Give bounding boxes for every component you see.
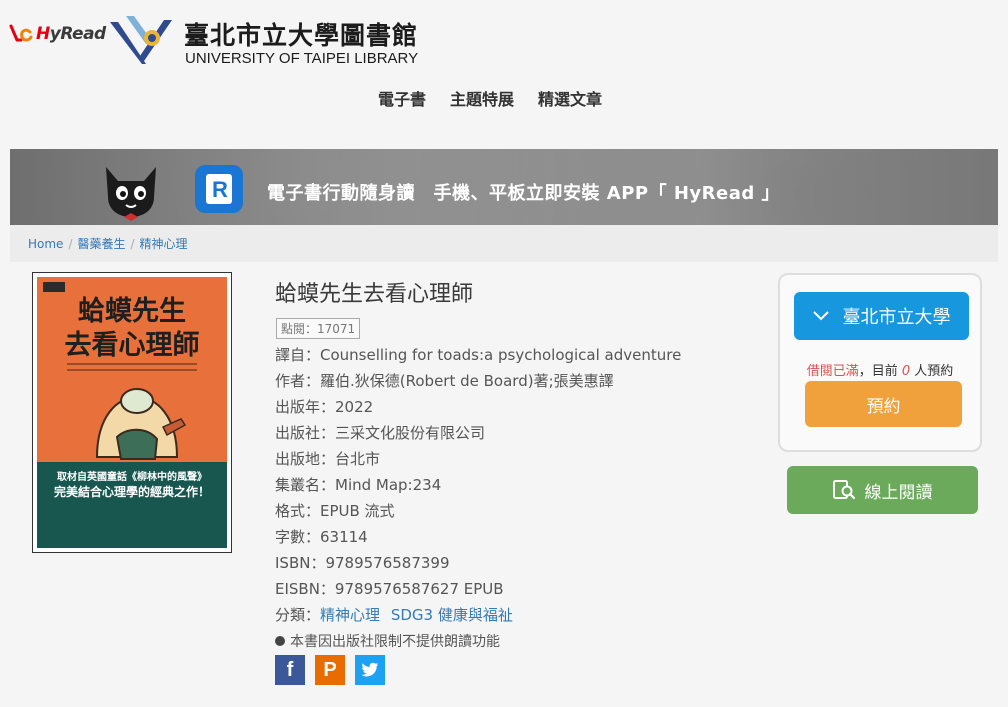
translated-from: 譯自：Counselling for toads:a psychological… <box>275 346 682 364</box>
nav-themes[interactable]: 主題特展 <box>450 86 514 110</box>
cat-mascot-icon <box>106 167 156 221</box>
category-label: 分類： <box>275 606 321 624</box>
app-promo-banner[interactable]: R 電子書行動隨身讀 手機、平板立即安裝 APP「 HyRead 」 <box>10 149 998 225</box>
facebook-share-icon[interactable]: f <box>275 655 305 685</box>
breadcrumb-separator: / <box>130 236 135 251</box>
read-online-label: 線上閱讀 <box>864 482 933 503</box>
publication-place: 出版地：台北市 <box>275 450 381 468</box>
publication-year: 出版年：2022 <box>275 398 374 416</box>
library-select-button[interactable]: 臺北市立大學 <box>794 292 969 340</box>
status-full: 借閱已滿 <box>806 364 859 379</box>
hyread-logo[interactable]: HyRead <box>8 20 108 50</box>
cover-image: 蛤蟆先生 去看心理師 取材自英國童話《柳林中的風聲》 完美結合心理學的經典之作！ <box>37 277 227 548</box>
banner-text: 電子書行動隨身讀 手機、平板立即安裝 APP「 HyRead 」 <box>267 183 781 204</box>
publisher: 出版社：三采文化股份有限公司 <box>275 424 486 442</box>
cover-title-line2: 去看心理師 <box>64 330 200 361</box>
book-metadata: 譯自：Counselling for toads:a psychological… <box>275 342 681 628</box>
reservation-count: 0 <box>901 364 911 379</box>
read-online-button[interactable]: 線上閱讀 <box>787 466 978 514</box>
hyread-app-icon: R <box>195 165 243 213</box>
author: 作者：羅伯.狄保德(Robert de Board)著;張美惠譯 <box>275 372 614 390</box>
library-name-en: UNIVERSITY OF TAIPEI LIBRARY <box>185 50 419 67</box>
cover-subtitle-line <box>67 363 197 365</box>
reserve-button[interactable]: 預約 <box>805 381 962 427</box>
breadcrumb-home[interactable]: Home <box>28 237 63 251</box>
main-nav: 電子書 主題特展 精選文章 <box>378 86 602 110</box>
bullet-icon <box>275 636 285 646</box>
toad-illustration <box>95 388 187 460</box>
svg-text:R: R <box>212 177 228 202</box>
library-select-label: 臺北市立大學 <box>842 307 951 328</box>
format: 格式：EPUB 流式 <box>275 502 395 520</box>
tts-notice: 本書因出版社限制不提供朗讀功能 <box>275 631 500 651</box>
book-title: 蛤蟆先生去看心理師 <box>275 282 474 307</box>
nav-articles[interactable]: 精選文章 <box>538 86 602 110</box>
library-emblem-icon <box>110 16 172 64</box>
cover-tagline2: 完美結合心理學的經典之作！ <box>53 485 210 499</box>
le-logo-icon <box>9 24 33 42</box>
breadcrumb-psychology[interactable]: 精神心理 <box>140 235 188 252</box>
book-cover[interactable]: 蛤蟆先生 去看心理師 取材自英國童話《柳林中的風聲》 完美結合心理學的經典之作！ <box>32 272 232 553</box>
book-search-icon <box>832 480 855 500</box>
borrow-panel: 臺北市立大學 借閱已滿，目前 0 人預約 預約 <box>778 273 982 452</box>
twitter-bird-icon <box>361 662 379 677</box>
share-buttons: f P <box>275 655 385 685</box>
hyread-wordmark: HyRead <box>36 24 106 44</box>
breadcrumb-separator: / <box>68 236 73 251</box>
isbn: ISBN：9789576587399 <box>275 554 450 572</box>
notice-text: 本書因出版社限制不提供朗讀功能 <box>290 634 500 650</box>
category-link-psychology[interactable]: 精神心理 <box>320 606 380 624</box>
plurk-share-icon[interactable]: P <box>315 655 345 685</box>
library-name-zh: 臺北市立大學圖書館 <box>184 21 419 50</box>
cover-bottom-band: 取材自英國童話《柳林中的風聲》 完美結合心理學的經典之作！ <box>37 462 227 548</box>
twitter-share-icon[interactable] <box>355 655 385 685</box>
breadcrumb-medicine[interactable]: 醫藥養生 <box>77 235 125 252</box>
chevron-down-icon <box>812 311 829 321</box>
series: 集叢名：Mind Map:234 <box>275 476 442 494</box>
status-mid: ，目前 <box>858 364 902 379</box>
word-count: 字數：63114 <box>275 528 368 546</box>
categories: 分類：精神心理 SDG3 健康與福祉 <box>275 602 681 628</box>
breadcrumb: Home / 醫藥養生 / 精神心理 <box>10 225 998 262</box>
category-link-sdg3[interactable]: SDG3 健康與福祉 <box>391 606 513 624</box>
cover-tagline1: 取材自英國童話《柳林中的風聲》 <box>57 472 207 483</box>
nav-ebooks[interactable]: 電子書 <box>378 86 426 110</box>
status-tail: 人預約 <box>910 364 954 379</box>
borrow-status: 借閱已滿，目前 0 人預約 <box>780 360 980 379</box>
view-count-badge: 點閱：17071 <box>276 318 361 339</box>
eisbn: EISBN：9789576587627 EPUB <box>275 580 504 598</box>
